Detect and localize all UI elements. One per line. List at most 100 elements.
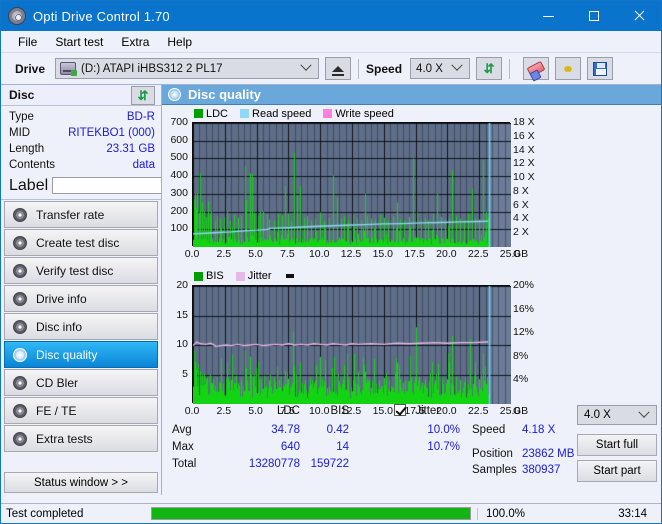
- menu-bar: File Start test Extra Help: [1, 31, 661, 53]
- bis-chart-y2-tick-label: 8%: [513, 349, 529, 362]
- sidebar-nav: Transfer rate Create test disc Verify te…: [1, 201, 161, 452]
- legend-label: Jitter: [247, 270, 272, 282]
- ldc-chart-x-axis-unit: GB: [513, 248, 529, 260]
- start-part-button[interactable]: Start part: [577, 460, 657, 482]
- eject-icon: [332, 65, 345, 76]
- sidebar-item-transfer-rate[interactable]: Transfer rate: [4, 201, 158, 228]
- test-speed-select[interactable]: 4.0 X: [577, 405, 657, 425]
- bis-chart-y-tick-label: 5: [182, 367, 188, 380]
- start-full-button[interactable]: Start full: [577, 434, 657, 456]
- bis-chart-y2-tick-label: 12%: [513, 326, 535, 339]
- speed-select[interactable]: 4.0 X: [410, 58, 471, 79]
- minimize-icon: [543, 15, 554, 17]
- sidebar-item-label: Transfer rate: [36, 207, 105, 222]
- ldc-chart-x-tick-label: 7.5: [280, 248, 295, 260]
- legend-read-speed: Read speed: [240, 108, 311, 120]
- ldc-chart-x-tick-label: 5.0: [248, 248, 263, 260]
- close-icon: [633, 10, 645, 22]
- ldc-chart-y2-tick-label: 10 X: [513, 171, 535, 184]
- sidebar-item-cd-bler[interactable]: CD Bler: [4, 369, 158, 396]
- status-window-button[interactable]: Status window > >: [4, 472, 158, 493]
- refresh-button[interactable]: ⇵: [476, 57, 503, 80]
- sidebar-item-label: FE / TE: [36, 403, 77, 418]
- ldc-chart-y2-tick-label: 2 X: [513, 226, 529, 239]
- disc-icon: [13, 291, 27, 306]
- ldc-chart-x-tick-label: 22.5: [467, 248, 489, 260]
- status-text: Test completed: [6, 507, 84, 520]
- stats-row-avg-jitter: 10.0%: [427, 424, 460, 436]
- ldc-chart-y-tick-label: 300: [170, 186, 188, 199]
- stats-row-max-ldc: 640: [280, 441, 300, 453]
- menu-start-test[interactable]: Start test: [46, 33, 112, 51]
- disc-field-mid-label: MID: [9, 127, 31, 139]
- disc-field-mid: MID RITEKBO1 (000): [9, 125, 155, 141]
- disc-refresh-button[interactable]: ⇵: [131, 86, 155, 105]
- disc-icon: [13, 375, 27, 390]
- disc-label-caption: Label: [9, 176, 49, 194]
- ldc-chart[interactable]: 100 200 300 400 500 600 700 2 X4 X6 X8 X 10 X 12 …: [162, 116, 661, 268]
- maximize-button[interactable]: [571, 1, 616, 31]
- ldc-chart-x-tick-label: 0.0: [184, 248, 200, 260]
- bis-chart-y2-tick-label: 4%: [513, 373, 529, 386]
- speed-select-value: 4.0 X: [416, 62, 443, 75]
- sidebar-item-drive-info[interactable]: Drive info: [4, 285, 158, 312]
- ldc-chart-legend: LDC Read speed Write speed: [162, 105, 661, 120]
- ldc-chart-y-tick-label: 400: [170, 169, 188, 182]
- disc-icon: [13, 319, 27, 334]
- ldc-chart-y2-tick-label: 14 X: [513, 143, 535, 156]
- sidebar-item-create-test-disc[interactable]: Create test disc: [4, 229, 158, 256]
- chevron-down-icon: [300, 59, 312, 71]
- legend-jitter: Jitter: [235, 270, 272, 282]
- ldc-chart-x-tick-label: 17.5: [404, 248, 425, 260]
- eject-button[interactable]: [325, 57, 352, 80]
- legend-swatch-icon: [323, 109, 333, 118]
- stats-row-avg-label: Avg: [172, 424, 192, 436]
- close-button[interactable]: [616, 1, 661, 31]
- save-button[interactable]: [587, 57, 614, 80]
- bis-chart[interactable]: 5 10 15 20 4% 8% 12% 16% 20% 0.0 2.5 5.0 7.5 10.0 12.5…: [162, 279, 661, 423]
- drive-select-value: (D:) ATAPI iHBS312 2 PL17: [81, 62, 223, 75]
- app-window: Opti Drive Control 1.70 File Start test …: [0, 0, 662, 524]
- legend-bis: BIS: [194, 270, 224, 282]
- legend-swatch-icon: [235, 271, 245, 281]
- drive-select[interactable]: (D:) ATAPI iHBS312 2 PL17: [55, 58, 320, 79]
- ldc-chart-y-tick-label: 200: [170, 204, 188, 217]
- ldc-chart-y-tick-label: 700: [170, 116, 188, 128]
- jitter-checkbox[interactable]: [394, 404, 406, 416]
- menu-help[interactable]: Help: [158, 33, 201, 51]
- stats-row-max-jitter: 10.7%: [427, 441, 460, 453]
- title-bar: Opti Drive Control 1.70: [1, 1, 661, 31]
- ldc-chart-y2-tick-label: 16 X: [513, 129, 535, 142]
- elapsed-time: 33:14: [618, 507, 647, 520]
- disc-info-panel: Type BD-R MID RITEKBO1 (000) Length 23.3…: [1, 106, 255, 200]
- disc-field-type-label: Type: [9, 111, 34, 123]
- minimize-button[interactable]: [526, 1, 571, 31]
- sidebar-item-fe-te[interactable]: FE / TE: [4, 397, 158, 424]
- ldc-chart-y2-tick-label: 4 X: [513, 212, 529, 225]
- menu-file[interactable]: File: [9, 33, 46, 51]
- chain-icon: ⚭: [562, 60, 574, 77]
- progress-bar: [151, 507, 471, 520]
- disc-label-row: Label: [9, 176, 255, 195]
- disc-field-contents-label: Contents: [9, 159, 56, 171]
- jitter-checkbox-row[interactable]: Jitter: [394, 404, 440, 417]
- position-readout-value: 23862 MB: [522, 448, 575, 460]
- sidebar-item-extra-tests[interactable]: Extra tests: [4, 425, 158, 452]
- ldc-chart-x-tick-label: 20.0: [436, 248, 457, 260]
- stats-header-bis: BIS: [307, 405, 349, 417]
- page-title: Disc quality: [188, 87, 261, 102]
- disc-field-length-value: 23.31 GB: [106, 143, 155, 155]
- sidebar-item-verify-test-disc[interactable]: Verify test disc: [4, 257, 158, 284]
- disc-field-type-value: BD-R: [126, 111, 155, 123]
- ldc-chart-y2-tick-label: 6 X: [513, 198, 529, 211]
- erase-button[interactable]: [523, 57, 550, 80]
- menu-extra[interactable]: Extra: [112, 33, 158, 51]
- statistics-panel: LDC BIS Jitter Avg 34.78 0.42 10.0% Max …: [162, 403, 661, 483]
- legend-ldc: LDC: [194, 108, 228, 120]
- sidebar-item-disc-quality[interactable]: Disc quality: [4, 341, 158, 368]
- sidebar-item-disc-info[interactable]: Disc info: [4, 313, 158, 340]
- link-button[interactable]: ⚭: [555, 57, 582, 80]
- stats-header-ldc: LDC: [250, 405, 300, 417]
- scrollbar-marker-icon: [285, 274, 294, 278]
- stats-row-max-label: Max: [172, 441, 194, 453]
